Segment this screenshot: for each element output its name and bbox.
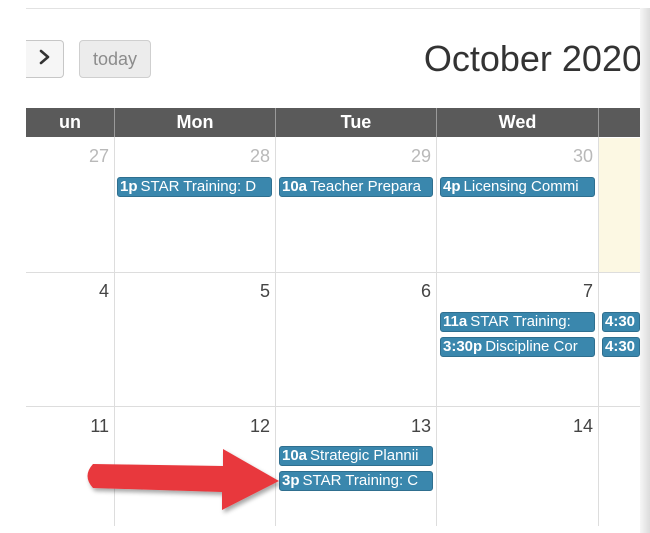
day-number: 6 (420, 281, 431, 301)
month-grid: un Mon Tue Wed 27 28 29 30 1p STAR Traini… (26, 108, 640, 526)
event-time: 4:30 (605, 338, 636, 355)
frame-edge (26, 8, 650, 9)
grid-line (26, 406, 640, 407)
grid-line (598, 137, 599, 526)
calendar-event[interactable]: 3:30p Discipline Cor (440, 337, 595, 357)
event-title: Licensing Commi (463, 178, 579, 195)
day-number: 28 (249, 146, 270, 166)
event-title: Discipline Cor (485, 338, 578, 355)
day-number: 14 (572, 416, 593, 436)
day-number: 7 (582, 281, 593, 301)
month-title: October 2020 (423, 38, 642, 79)
calendar-event[interactable]: 10a Strategic Plannii (279, 446, 433, 466)
event-time: 3:30p (443, 338, 483, 355)
event-time: 1p (120, 178, 138, 195)
weekday-header: un Mon Tue Wed (26, 108, 640, 137)
event-title: STAR Training: D (140, 178, 257, 195)
weekday-header-wed: Wed (437, 108, 599, 137)
event-time: 4:30 (605, 313, 636, 330)
next-month-button[interactable] (26, 40, 64, 78)
frame-edge (640, 8, 650, 533)
event-title: Strategic Plannii (310, 447, 419, 464)
day-number: 5 (259, 281, 270, 301)
day-number: 30 (572, 146, 593, 166)
calendar-event[interactable]: 3p STAR Training: C (279, 471, 433, 491)
today-cell-highlight (599, 138, 640, 272)
grid-line (436, 137, 437, 526)
day-number: 13 (410, 416, 431, 436)
weekday-header-tue: Tue (276, 108, 437, 137)
calendar-event[interactable]: 10a Teacher Prepara (279, 177, 433, 197)
calendar-screenshot: today October 2020 un Mon Tue Wed 27 28 … (0, 0, 650, 533)
weekday-header-mon: Mon (115, 108, 276, 137)
calendar-event[interactable]: 4:30 (602, 337, 640, 357)
day-number: 4 (98, 281, 109, 301)
day-number: 12 (249, 416, 270, 436)
event-time: 11a (443, 313, 468, 330)
weekday-header-thu (599, 108, 640, 137)
event-title: STAR Training: C (302, 472, 419, 489)
day-number: 29 (410, 146, 431, 166)
calendar-event[interactable]: 4p Licensing Commi (440, 177, 595, 197)
weekday-header-sun: un (26, 108, 115, 137)
event-time: 10a (282, 447, 308, 464)
today-button[interactable]: today (79, 40, 151, 78)
grid-line (26, 272, 640, 273)
day-number: 11 (90, 416, 109, 436)
grid-line (275, 137, 276, 526)
event-time: 4p (443, 178, 461, 195)
calendar-event[interactable]: 1p STAR Training: D (117, 177, 272, 197)
event-title: STAR Training: (470, 313, 571, 330)
grid-line (114, 137, 115, 526)
calendar-event[interactable]: 11a STAR Training: (440, 312, 595, 332)
day-number: 27 (88, 146, 109, 166)
calendar-event[interactable]: 4:30 (602, 312, 640, 332)
event-time: 3p (282, 472, 300, 489)
event-time: 10a (282, 178, 308, 195)
chevron-right-icon (38, 49, 52, 70)
event-title: Teacher Prepara (310, 178, 421, 195)
